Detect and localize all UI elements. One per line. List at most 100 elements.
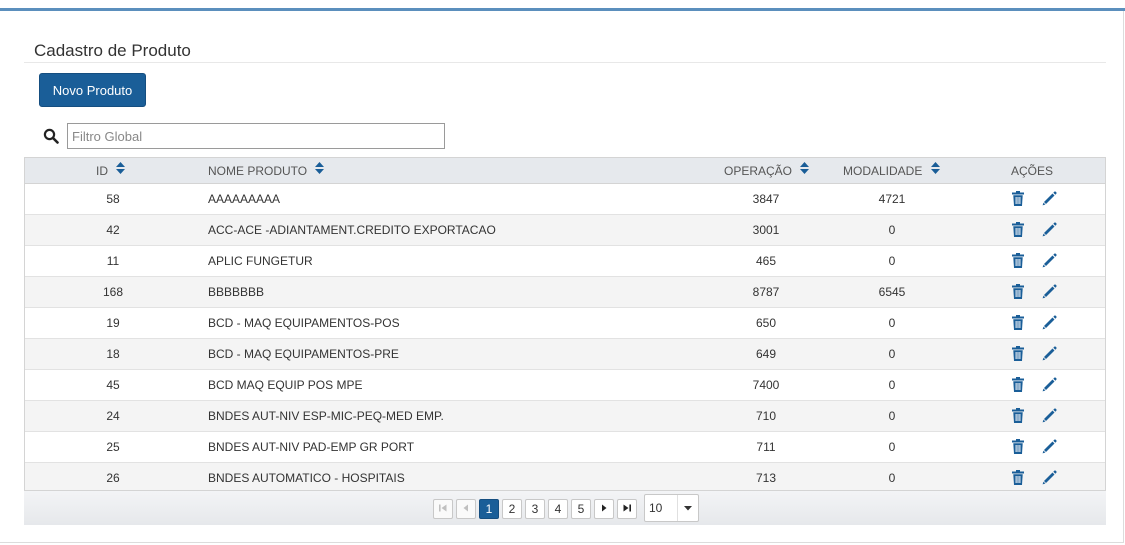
pencil-icon[interactable] — [1042, 439, 1057, 454]
column-header-modalidade-label: MODALIDADE — [843, 164, 923, 178]
new-product-button[interactable]: Novo Produto — [39, 73, 146, 107]
search-icon — [43, 128, 59, 144]
cell-modalidade: 4721 — [878, 192, 906, 206]
column-header-id[interactable]: ID — [96, 157, 126, 185]
last-page-icon — [623, 504, 631, 512]
cell-id: 58 — [106, 192, 120, 206]
cell-nome: BNDES AUT-NIV ESP-MIC-PEQ-MED EMP. — [208, 409, 444, 423]
cell-modalidade: 0 — [888, 316, 896, 330]
cell-id: 42 — [106, 223, 120, 237]
cell-modalidade: 0 — [888, 409, 896, 423]
table-row: 18 BCD - MAQ EQUIPAMENTOS-PRE 649 0 — [25, 339, 1105, 370]
pencil-icon[interactable] — [1042, 346, 1057, 361]
rows-per-page-dropdown[interactable]: 10 — [644, 494, 699, 522]
table-row: 45 BCD MAQ EQUIP POS MPE 7400 0 — [25, 370, 1105, 401]
cell-modalidade: 0 — [888, 440, 896, 454]
cell-id: 26 — [106, 471, 120, 485]
products-table: ID NOME PRODUTO OPERAÇÃO MODALIDADE AÇÕE… — [24, 157, 1106, 494]
trash-icon[interactable] — [1011, 315, 1025, 330]
cell-id: 19 — [106, 316, 120, 330]
page-button-1[interactable]: 1 — [479, 499, 499, 519]
cell-operacao: 3001 — [752, 223, 780, 237]
next-page-icon — [602, 504, 607, 512]
next-page-button[interactable] — [594, 499, 614, 519]
page-button-2[interactable]: 2 — [502, 499, 522, 519]
cell-operacao: 3847 — [752, 192, 780, 206]
prev-page-icon — [463, 504, 468, 512]
pencil-icon[interactable] — [1042, 284, 1057, 299]
chevron-down-icon[interactable] — [677, 495, 698, 521]
rows-per-page-value: 10 — [649, 501, 663, 515]
trash-icon[interactable] — [1011, 439, 1025, 454]
table-row: 25 BNDES AUT-NIV PAD-EMP GR PORT 711 0 — [25, 432, 1105, 463]
cell-operacao: 713 — [755, 471, 777, 485]
page-button-4[interactable]: 4 — [548, 499, 568, 519]
pencil-icon[interactable] — [1042, 315, 1057, 330]
cell-nome: BNDES AUTOMATICO - HOSPITAIS — [208, 471, 405, 485]
cell-nome: BCD - MAQ EQUIPAMENTOS-POS — [208, 316, 400, 330]
trash-icon[interactable] — [1011, 346, 1025, 361]
column-header-operacao-label: OPERAÇÃO — [724, 164, 793, 178]
column-header-acoes-label: AÇÕES — [1011, 164, 1054, 178]
cell-operacao: 8787 — [752, 285, 780, 299]
table-row: 24 BNDES AUT-NIV ESP-MIC-PEQ-MED EMP. 71… — [25, 401, 1105, 432]
cell-nome: BCD - MAQ EQUIPAMENTOS-PRE — [208, 347, 399, 361]
cell-nome: BBBBBBB — [208, 285, 265, 299]
page-button-3[interactable]: 3 — [525, 499, 545, 519]
table-body: 58 AAAAAAAAA 3847 4721 42 ACC-ACE -ADIAN… — [24, 184, 1106, 494]
cell-operacao: 711 — [756, 440, 776, 454]
column-header-nome[interactable]: NOME PRODUTO — [208, 158, 325, 185]
cell-id: 11 — [106, 254, 120, 268]
column-header-acoes: AÇÕES — [1011, 158, 1053, 185]
column-header-nome-label: NOME PRODUTO — [208, 164, 308, 178]
page-button-5[interactable]: 5 — [571, 499, 591, 519]
cell-operacao: 7400 — [752, 378, 780, 392]
cell-modalidade: 0 — [888, 347, 896, 361]
pencil-icon[interactable] — [1042, 191, 1057, 206]
column-header-operacao[interactable]: OPERAÇÃO — [724, 157, 810, 185]
trash-icon[interactable] — [1011, 222, 1025, 237]
column-header-id-label: ID — [96, 164, 108, 178]
trash-icon[interactable] — [1011, 191, 1025, 206]
pencil-icon[interactable] — [1042, 470, 1057, 485]
table-row: 58 AAAAAAAAA 3847 4721 — [25, 184, 1105, 215]
trash-icon[interactable] — [1011, 408, 1025, 423]
sort-icon — [116, 157, 126, 184]
pencil-icon[interactable] — [1042, 222, 1057, 237]
cell-nome: BCD MAQ EQUIP POS MPE — [208, 378, 363, 392]
cell-operacao: 649 — [755, 347, 777, 361]
sort-icon — [800, 157, 810, 184]
cell-operacao: 710 — [755, 409, 777, 423]
pencil-icon[interactable] — [1042, 253, 1057, 268]
pagination-bar: 1 2 3 4 5 10 — [24, 490, 1106, 525]
cell-nome: APLIC FUNGETUR — [208, 254, 313, 268]
pencil-icon[interactable] — [1042, 408, 1057, 423]
cell-operacao: 650 — [755, 316, 777, 330]
table-row: 19 BCD - MAQ EQUIPAMENTOS-POS 650 0 — [25, 308, 1105, 339]
trash-icon[interactable] — [1011, 284, 1025, 299]
cell-modalidade: 6545 — [878, 285, 906, 299]
trash-icon[interactable] — [1011, 253, 1025, 268]
first-page-button[interactable] — [433, 499, 453, 519]
cell-operacao: 465 — [755, 254, 777, 268]
first-page-icon — [439, 504, 447, 512]
page-title: Cadastro de Produto — [34, 41, 191, 60]
global-filter-input[interactable] — [67, 123, 445, 149]
table-row: 168 BBBBBBB 8787 6545 — [25, 277, 1105, 308]
pencil-icon[interactable] — [1042, 377, 1057, 392]
cell-modalidade: 0 — [888, 378, 896, 392]
cell-nome: AAAAAAAAA — [208, 192, 281, 206]
table-row: 42 ACC-ACE -ADIANTAMENT.CREDITO EXPORTAC… — [25, 215, 1105, 246]
cell-id: 168 — [102, 285, 124, 299]
cell-id: 24 — [106, 409, 120, 423]
cell-id: 45 — [106, 378, 120, 392]
column-header-modalidade[interactable]: MODALIDADE — [843, 158, 940, 185]
cell-nome: BNDES AUT-NIV PAD-EMP GR PORT — [208, 440, 415, 454]
trash-icon[interactable] — [1011, 470, 1025, 485]
prev-page-button[interactable] — [456, 499, 476, 519]
table-row: 11 APLIC FUNGETUR 465 0 — [25, 246, 1105, 277]
last-page-button[interactable] — [617, 499, 637, 519]
title-divider — [24, 62, 1106, 63]
trash-icon[interactable] — [1011, 377, 1025, 392]
sort-icon — [930, 157, 940, 184]
